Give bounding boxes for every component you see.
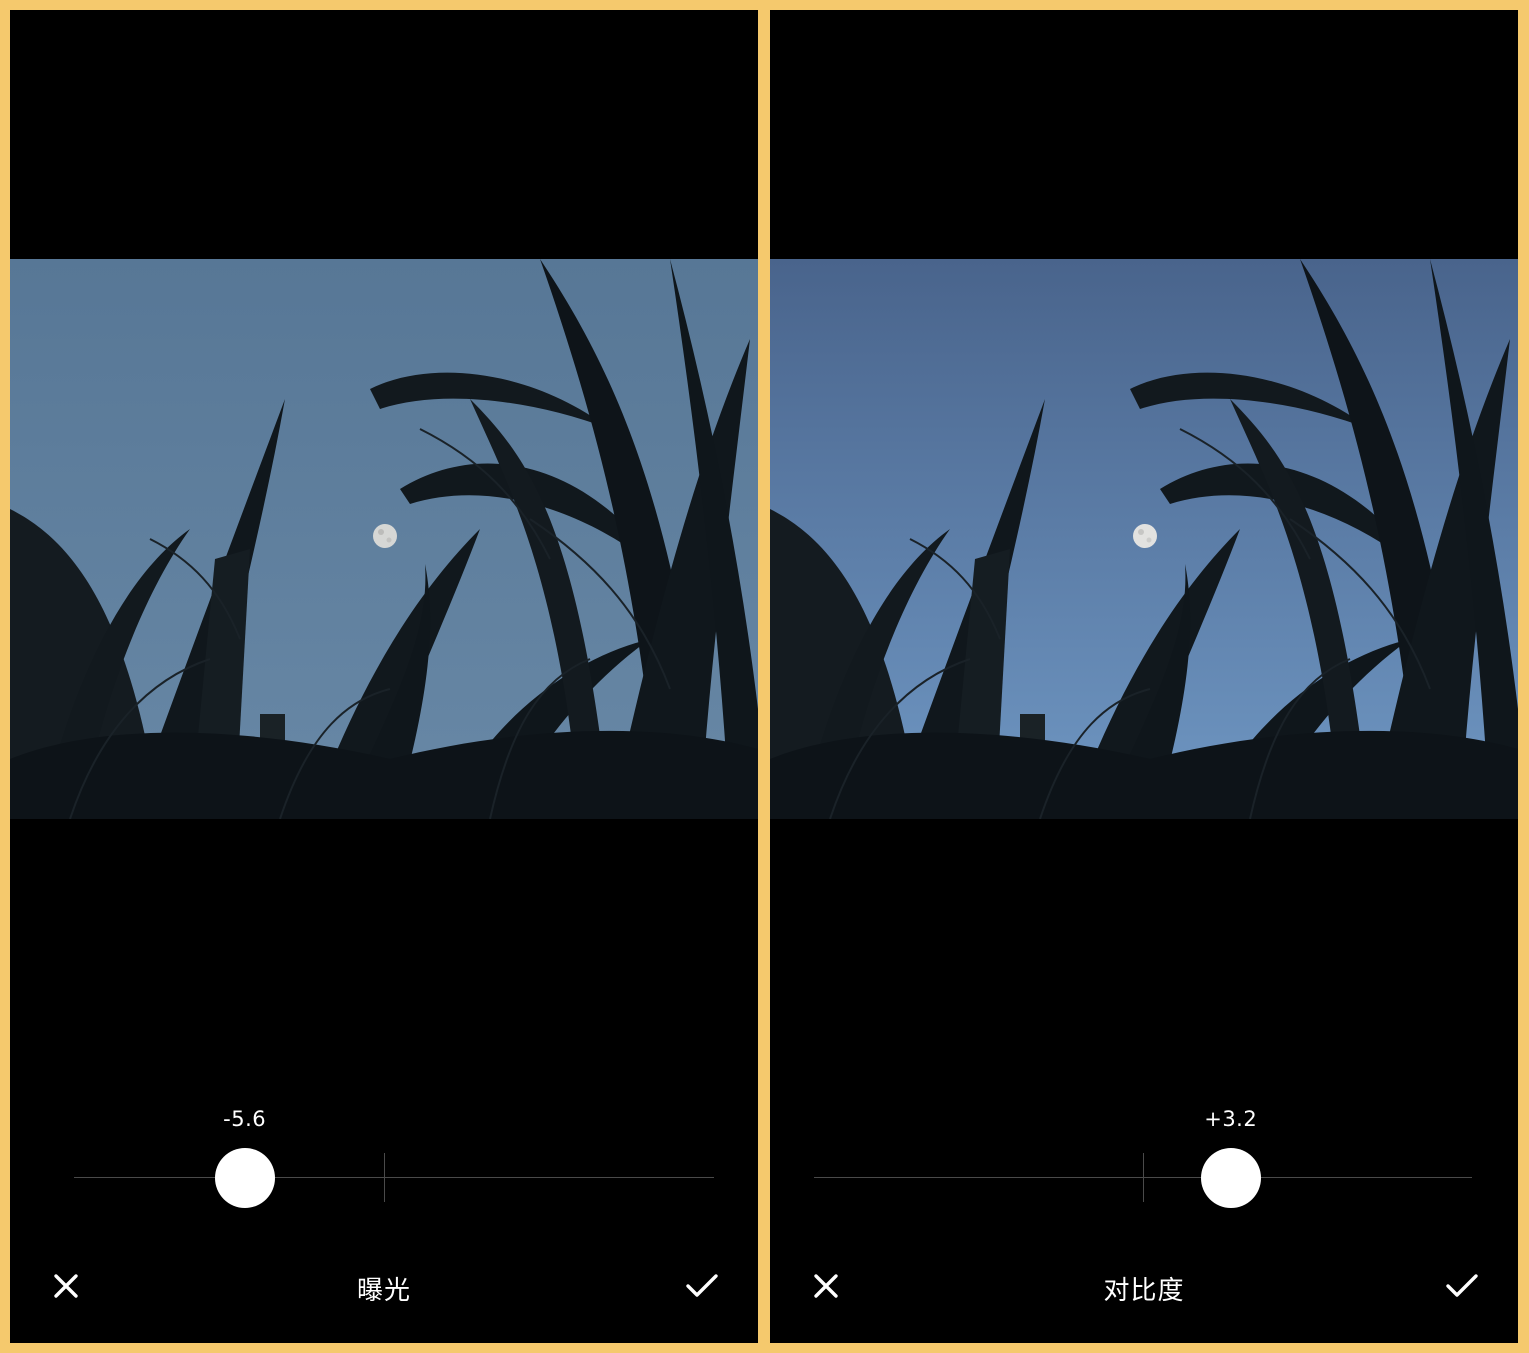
tool-name-label: 对比度 xyxy=(1103,1276,1185,1306)
slider-track[interactable] xyxy=(74,1177,714,1178)
photo-preview xyxy=(10,259,758,819)
checkmark-icon xyxy=(686,1274,718,1297)
confirm-button[interactable] xyxy=(1442,1266,1482,1306)
tool-name-label: 曝光 xyxy=(356,1276,411,1306)
editor-screen-exposure: -5.6 曝光 xyxy=(10,10,758,1343)
bottom-toolbar: 曝光 xyxy=(10,1256,758,1316)
slider-center-tick xyxy=(1143,1153,1144,1202)
slider-thumb[interactable] xyxy=(1200,1148,1261,1208)
checkmark-icon xyxy=(1446,1274,1478,1297)
slider-value-label: -5.6 xyxy=(223,1107,267,1131)
photo-preview xyxy=(770,259,1518,819)
confirm-button[interactable] xyxy=(682,1266,722,1306)
moon xyxy=(373,524,397,548)
photo-canvas xyxy=(770,259,1518,819)
slider-value-label: +3.2 xyxy=(1204,1107,1258,1131)
slider-thumb[interactable] xyxy=(214,1148,275,1208)
bottom-toolbar: 对比度 xyxy=(770,1256,1518,1316)
photo-canvas xyxy=(10,259,758,819)
moon xyxy=(1133,524,1157,548)
editor-screen-contrast: +3.2 对比度 xyxy=(770,10,1518,1343)
slider-center-tick xyxy=(384,1153,385,1202)
